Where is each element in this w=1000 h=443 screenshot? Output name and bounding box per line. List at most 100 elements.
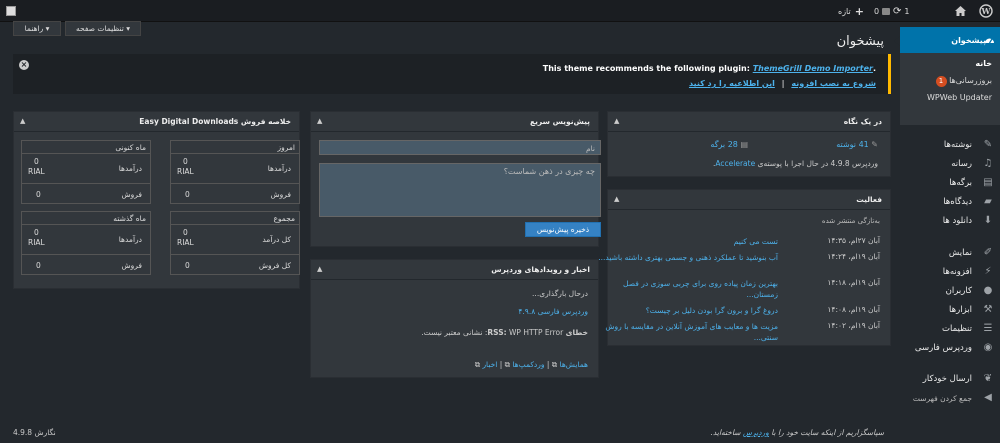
download-icon: ⬇ xyxy=(983,215,993,226)
page-icon: ▤ xyxy=(983,177,993,188)
pin-icon: ✎ xyxy=(983,139,993,150)
new-content-menu[interactable]: تازه + xyxy=(838,4,864,18)
draft-title-input[interactable]: نام xyxy=(319,140,601,155)
updates-menu[interactable]: ⟳ 1 xyxy=(893,4,909,18)
post-link[interactable]: آب بنوشید تا عملکرد ذهنی و جسمی بهتری دا… xyxy=(598,252,778,263)
widget-header: فعالیت ▲ xyxy=(608,190,890,210)
loading-text: درحال بارگذاری... xyxy=(532,289,588,298)
sidebar-item-downloads[interactable]: دانلود ها ⬇ xyxy=(900,211,1000,231)
admin-sidebar: پیشخوان خانه 1 بروزرسانی‌ها WPWeb Update… xyxy=(894,22,1000,443)
sidebar-subitem-updates[interactable]: 1 بروزرسانی‌ها xyxy=(933,76,992,87)
new-label: تازه xyxy=(838,6,851,16)
post-date: آبان ۱۹ام، ۱۴:۰۲ xyxy=(827,321,880,330)
external-link-icon: ⧉ xyxy=(551,360,558,369)
sidebar-item-users[interactable]: کاربران ● xyxy=(900,281,1000,301)
wordcamps-link[interactable]: وردکمپ‌ها xyxy=(512,360,544,369)
meetups-link[interactable]: همایش‌ها xyxy=(560,360,588,369)
wrench-icon: ⚒ xyxy=(983,304,993,315)
edd-sales-summary-widget: خلاصه فروش Easy Digital Downloads ▲ امرو… xyxy=(13,111,300,289)
page-icon: ▤ xyxy=(740,140,748,149)
edd-total-box: مجموع کل درآمد 0 RIAL کل فروش 0 xyxy=(170,211,300,275)
toggle-arrow-icon[interactable]: ▲ xyxy=(614,117,619,125)
leaf-icon: ❦ xyxy=(983,373,993,384)
comment-icon: ▰ xyxy=(984,196,992,207)
admin-bar: W ⟳ 1 0 تازه + xyxy=(0,0,1000,22)
wp-news-widget: اخبار و رویدادهای وردپرس ▲ درحال بارگذار… xyxy=(310,259,599,378)
comments-count: 0 xyxy=(874,6,880,16)
wordpress-link[interactable]: وردپرس xyxy=(743,428,769,437)
theme-link[interactable]: Accelerate xyxy=(715,159,755,168)
sidebar-item-appearance[interactable]: نمایش ✐ xyxy=(900,243,1000,263)
widget-header: پیش‌نویس سریع ▲ xyxy=(311,112,598,132)
sidebar-subitem-wpweb-updater[interactable]: WPWeb Updater xyxy=(927,93,992,102)
toggle-arrow-icon[interactable]: ▲ xyxy=(20,117,25,125)
sidebar-item-auto-post[interactable]: ارسال خودکار ❦ xyxy=(900,369,1000,389)
collapse-arrow-icon: ◀ xyxy=(984,392,992,403)
sidebar-item-tools[interactable]: ابزارها ⚒ xyxy=(900,300,1000,320)
updates-icon: ⟳ xyxy=(893,5,902,17)
current-menu-arrow xyxy=(894,36,900,46)
draft-content-textarea[interactable]: چه چیزی در ذهن شماست؟ xyxy=(319,163,601,217)
toggle-arrow-icon[interactable]: ▲ xyxy=(614,195,619,203)
external-link-icon: ⧉ xyxy=(474,360,481,369)
theme-notice: This theme recommends the following plug… xyxy=(13,54,891,94)
sidebar-item-comments[interactable]: دیدگاه‌ها ▰ xyxy=(900,192,1000,212)
sidebar-item-wp-persian[interactable]: وردپرس فارسی ◉ xyxy=(900,338,1000,358)
plugin-link[interactable]: ThemeGrill Demo Importer xyxy=(753,64,873,73)
updates-count: 1 xyxy=(904,6,910,16)
dashboard-submenu: خانه 1 بروزرسانی‌ها WPWeb Updater xyxy=(900,53,1000,125)
toggle-arrow-icon[interactable]: ▲ xyxy=(317,265,322,273)
widget-title: اخبار و رویدادهای وردپرس xyxy=(491,265,590,274)
widget-header: در یک نگاه ▲ xyxy=(608,112,890,132)
wordpress-logo-icon[interactable]: W xyxy=(972,0,1000,22)
widget-title: خلاصه فروش Easy Digital Downloads xyxy=(139,117,291,126)
dismiss-notice-link[interactable]: این اطلاعیه را رد کنید xyxy=(689,79,775,88)
footer-thanks: سپاسگزاریم از اینکه سایت خود را با وردپر… xyxy=(710,428,884,437)
comment-bubble-icon xyxy=(882,7,891,15)
widget-title: فعالیت xyxy=(856,195,882,204)
widget-header: اخبار و رویدادهای وردپرس ▲ xyxy=(311,260,598,280)
sidebar-item-settings[interactable]: تنظیمات ☰ xyxy=(900,319,1000,339)
sidebar-subitem-home[interactable]: خانه xyxy=(975,59,992,68)
post-date: آبان ۱۹ام، ۱۴:۰۸ xyxy=(827,305,880,314)
edd-last-month-box: ماه گذشته درآمدها 0 RIAL فروش 0 xyxy=(21,211,151,275)
begin-install-link[interactable]: شروع به نصب افزونه xyxy=(791,79,876,88)
save-draft-button[interactable]: ذخیره پیش‌نویس xyxy=(525,222,601,237)
post-date: آبان ۲۷ام، ۱۴:۳۵ xyxy=(827,236,880,245)
user-avatar-icon[interactable] xyxy=(6,4,16,18)
screen-options-button[interactable]: تنظیمات صفحه ▾ xyxy=(65,21,141,36)
sidebar-item-posts[interactable]: نوشته‌ها ✎ xyxy=(900,135,1000,155)
pin-icon: ✎ xyxy=(871,140,878,149)
news-link[interactable]: اخبار xyxy=(482,360,497,369)
posts-count-link[interactable]: ✎ 41 نوشته xyxy=(836,140,878,149)
news-link[interactable]: وردپرس فارسی ۴.۹.۸ xyxy=(518,307,588,316)
comments-menu[interactable]: 0 xyxy=(874,4,891,18)
pages-count-link[interactable]: ▤ 28 برگه xyxy=(710,140,748,149)
media-icon: ♫ xyxy=(983,158,993,169)
post-link[interactable]: مزیت ها و معایب های آموزش آنلاین در مقای… xyxy=(598,321,778,343)
close-icon[interactable]: × xyxy=(19,60,29,70)
notice-message: This theme recommends the following plug… xyxy=(542,64,876,73)
post-link[interactable]: تست می کنیم xyxy=(598,236,778,247)
page-title: پیشخوان xyxy=(836,34,884,49)
post-date: آبان ۱۹ام، ۱۴:۲۴ xyxy=(827,252,880,261)
news-footer-links: همایش‌ها ⧉ | وردکمپ‌ها ⧉ | اخبار ⧉ xyxy=(474,360,588,369)
toggle-arrow-icon[interactable]: ▲ xyxy=(317,117,322,125)
sidebar-item-media[interactable]: رسانه ♫ xyxy=(900,154,1000,174)
sidebar-item-plugins[interactable]: افزونه‌ها ⚡ xyxy=(900,262,1000,282)
at-a-glance-widget: در یک نگاه ▲ ✎ 41 نوشته ▤ 28 برگه وردپرس… xyxy=(607,111,891,177)
user-icon: ● xyxy=(983,285,993,296)
widget-title: پیش‌نویس سریع xyxy=(529,117,590,126)
post-link[interactable]: دروغ گرا و برون گرا بودن دلیل بر چیست؟ xyxy=(598,305,778,316)
updates-badge: 1 xyxy=(935,76,947,87)
widget-header: خلاصه فروش Easy Digital Downloads ▲ xyxy=(14,112,299,132)
edd-today-box: امروز درآمدها 0 RIAL فروش 0 xyxy=(170,140,300,204)
sidebar-item-dashboard[interactable]: پیشخوان xyxy=(894,27,1000,53)
post-link[interactable]: بهترین زمان پیاده روی برای چربی سوزی در … xyxy=(598,278,778,300)
sidebar-item-pages[interactable]: برگه‌ها ▤ xyxy=(900,173,1000,193)
recently-published-heading: به‌تازگی منتشر شده xyxy=(821,217,880,225)
home-icon[interactable] xyxy=(948,0,972,22)
collapse-menu-button[interactable]: جمع کردن فهرست ◀ xyxy=(900,388,1000,408)
quick-draft-widget: پیش‌نویس سریع ▲ نام چه چیزی در ذهن شماست… xyxy=(310,111,601,247)
help-button[interactable]: راهنما ▾ xyxy=(13,21,61,36)
